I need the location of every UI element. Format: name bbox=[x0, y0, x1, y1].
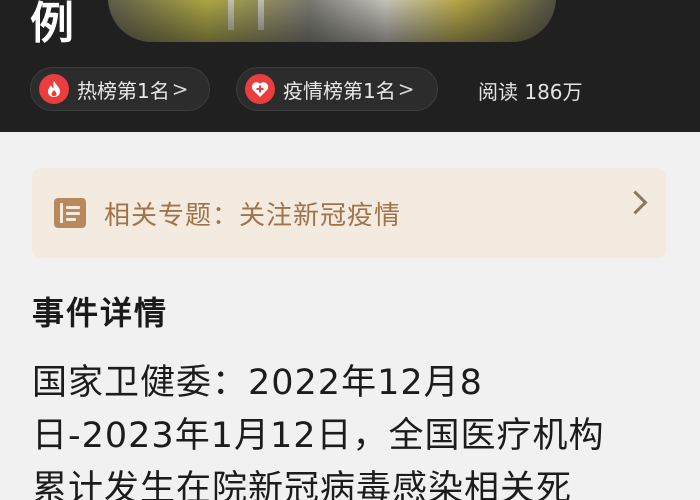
read-count-value: 186万 bbox=[524, 80, 583, 104]
detail-line: 国家卫健委：2022年12月8 bbox=[32, 363, 483, 403]
read-count-label: 阅读 bbox=[478, 80, 518, 104]
epidemic-rank-label: 疫情榜第1名 bbox=[283, 78, 396, 103]
article-title-fragment: 例 bbox=[30, 0, 76, 49]
hero-image bbox=[108, 0, 556, 42]
topic-icon-line bbox=[66, 206, 80, 209]
heart-plus-icon bbox=[245, 74, 275, 104]
topic-icon-line bbox=[66, 212, 80, 215]
chevron-right-icon: > bbox=[171, 77, 189, 101]
detail-line: 累计发生在院新冠病毒感染相关死 bbox=[32, 469, 573, 500]
read-count: 阅读 186万 bbox=[478, 76, 583, 105]
hot-rank-chip[interactable]: 热榜第1名 > bbox=[30, 67, 210, 111]
related-topic-card[interactable]: 相关专题：关注新冠疫情 bbox=[32, 168, 666, 258]
topic-icon-line bbox=[66, 218, 76, 221]
article-page: 例 热榜第1名 > 疫情榜第1名 > 阅读 186万 相关专题：关注新冠疫情 事… bbox=[0, 0, 700, 500]
section-heading: 事件详情 bbox=[32, 294, 169, 332]
hot-rank-label: 热榜第1名 bbox=[77, 78, 170, 103]
article-header: 例 热榜第1名 > 疫情榜第1名 > 阅读 186万 bbox=[0, 0, 700, 132]
chevron-right-icon: > bbox=[397, 77, 415, 101]
related-topic-label: 相关专题：关注新冠疫情 bbox=[104, 200, 402, 231]
event-details-text: 国家卫健委：2022年12月8 日-2023年1月12日，全国医疗机构 累计发生… bbox=[32, 357, 672, 500]
hero-image-shade bbox=[108, 0, 556, 42]
detail-line: 日-2023年1月12日，全国医疗机构 bbox=[32, 416, 605, 456]
flame-icon bbox=[39, 74, 69, 104]
topic-icon bbox=[54, 198, 86, 228]
chevron-right-icon bbox=[623, 190, 648, 215]
topic-icon-spine bbox=[60, 203, 63, 223]
epidemic-rank-chip[interactable]: 疫情榜第1名 > bbox=[236, 67, 438, 111]
